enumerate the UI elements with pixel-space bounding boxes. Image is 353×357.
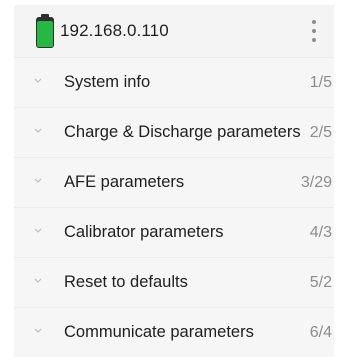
chevron-down-icon <box>34 178 42 183</box>
section-count: 6/4 <box>309 323 332 341</box>
section-system-info[interactable]: System info 1/5 <box>14 57 334 107</box>
section-label: Reset to defaults <box>64 273 188 291</box>
chevron-down-icon <box>34 278 42 283</box>
battery-level <box>37 21 53 47</box>
section-count: 2/5 <box>309 123 332 141</box>
app-window: 192.168.0.110 System info 1/5 Charge & D… <box>0 0 353 357</box>
chevron-down-icon <box>34 78 42 83</box>
device-header: 192.168.0.110 <box>14 5 334 57</box>
device-address: 192.168.0.110 <box>60 21 169 40</box>
section-label: Charge & Discharge parameters <box>64 123 301 141</box>
section-charge-discharge[interactable]: Charge & Discharge parameters 2/5 <box>14 107 334 157</box>
section-label: Calibrator parameters <box>64 223 224 241</box>
section-label: Communicate parameters <box>64 323 254 341</box>
section-label: System info <box>64 73 151 91</box>
chevron-down-icon <box>34 328 42 333</box>
section-label: AFE parameters <box>64 173 185 191</box>
section-count: 5/2 <box>309 273 332 291</box>
section-count: 3/29 <box>300 173 332 191</box>
menu-dot <box>312 29 316 33</box>
battery-body <box>36 17 54 48</box>
section-afe[interactable]: AFE parameters 3/29 <box>14 157 334 207</box>
section-reset-defaults[interactable]: Reset to defaults 5/2 <box>14 257 334 307</box>
section-count: 4/3 <box>309 223 332 241</box>
section-calibrator[interactable]: Calibrator parameters 4/3 <box>14 207 334 257</box>
more-options-button[interactable] <box>308 20 320 42</box>
section-communicate[interactable]: Communicate parameters 6/4 <box>14 307 334 357</box>
chevron-down-icon <box>34 228 42 233</box>
chevron-down-icon <box>34 128 42 133</box>
section-count: 1/5 <box>309 73 332 91</box>
menu-dot <box>312 20 316 24</box>
menu-dot <box>312 38 316 42</box>
battery-icon <box>36 14 54 48</box>
